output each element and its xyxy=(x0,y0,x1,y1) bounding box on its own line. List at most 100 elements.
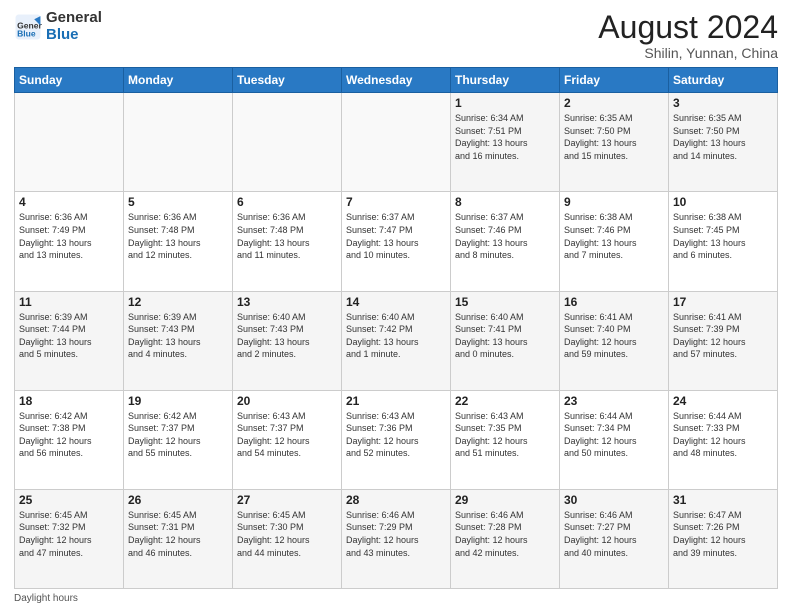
day-number: 2 xyxy=(564,96,664,110)
header: General Blue General Blue August 2024 Sh… xyxy=(14,10,778,61)
day-number: 29 xyxy=(455,493,555,507)
day-detail: Sunrise: 6:36 AM Sunset: 7:48 PM Dayligh… xyxy=(237,211,337,261)
calendar-week-row: 11 Sunrise: 6:39 AM Sunset: 7:44 PM Dayli… xyxy=(15,291,778,390)
day-detail: Sunrise: 6:46 AM Sunset: 7:27 PM Dayligh… xyxy=(564,509,664,559)
calendar-cell: 8Sunrise: 6:37 AM Sunset: 7:46 PM Daylig… xyxy=(451,192,560,291)
calendar-cell: 1Sunrise: 6:34 AM Sunset: 7:51 PM Daylig… xyxy=(451,93,560,192)
calendar-cell: 30 Sunrise: 6:46 AM Sunset: 7:27 PM Dayli… xyxy=(560,489,669,588)
day-number: 18 xyxy=(19,394,119,408)
day-detail: Sunrise: 6:37 AM Sunset: 7:47 PM Dayligh… xyxy=(346,211,446,261)
day-detail: Sunrise: 6:42 AM Sunset: 7:37 PM Dayligh… xyxy=(128,410,228,460)
day-detail: Sunrise: 6:39 AM Sunset: 7:44 PM Dayligh… xyxy=(19,311,119,361)
day-number: 9 xyxy=(564,195,664,209)
calendar-cell: 13Sunrise: 6:40 AM Sunset: 7:43 PM Dayli… xyxy=(233,291,342,390)
day-detail: Sunrise: 6:43 AM Sunset: 7:35 PM Dayligh… xyxy=(455,410,555,460)
day-number: 28 xyxy=(346,493,446,507)
day-detail: Sunrise: 6:35 AM Sunset: 7:50 PM Dayligh… xyxy=(673,112,773,162)
day-number: 11 xyxy=(19,295,119,309)
day-number: 20 xyxy=(237,394,337,408)
calendar-cell: 7 Sunrise: 6:37 AM Sunset: 7:47 PM Daylig… xyxy=(342,192,451,291)
main-title: August 2024 xyxy=(598,10,778,45)
calendar-cell: 3 Sunrise: 6:35 AM Sunset: 7:50 PM Daylig… xyxy=(669,93,778,192)
day-detail: Sunrise: 6:35 AM Sunset: 7:50 PM Dayligh… xyxy=(564,112,664,162)
day-detail: Sunrise: 6:45 AM Sunset: 7:32 PM Dayligh… xyxy=(19,509,119,559)
day-detail: Sunrise: 6:44 AM Sunset: 7:34 PM Dayligh… xyxy=(564,410,664,460)
day-detail: Sunrise: 6:46 AM Sunset: 7:28 PM Dayligh… xyxy=(455,509,555,559)
day-detail: Sunrise: 6:34 AM Sunset: 7:51 PM Dayligh… xyxy=(455,112,555,162)
day-number: 7 xyxy=(346,195,446,209)
logo-text: General Blue xyxy=(46,10,102,43)
calendar-cell: 23 Sunrise: 6:44 AM Sunset: 7:34 PM Dayli… xyxy=(560,390,669,489)
day-detail: Sunrise: 6:36 AM Sunset: 7:48 PM Dayligh… xyxy=(128,211,228,261)
day-detail: Sunrise: 6:40 AM Sunset: 7:42 PM Dayligh… xyxy=(346,311,446,361)
day-detail: Sunrise: 6:43 AM Sunset: 7:37 PM Dayligh… xyxy=(237,410,337,460)
day-number: 4 xyxy=(19,195,119,209)
day-number: 15 xyxy=(455,295,555,309)
calendar-cell: 9 Sunrise: 6:38 AM Sunset: 7:46 PM Daylig… xyxy=(560,192,669,291)
calendar-cell: 16 Sunrise: 6:41 AM Sunset: 7:40 PM Dayli… xyxy=(560,291,669,390)
calendar-cell: 25Sunrise: 6:45 AM Sunset: 7:32 PM Dayli… xyxy=(15,489,124,588)
calendar-cell: 22 Sunrise: 6:43 AM Sunset: 7:35 PM Dayli… xyxy=(451,390,560,489)
calendar-cell: 12 Sunrise: 6:39 AM Sunset: 7:43 PM Dayli… xyxy=(124,291,233,390)
calendar-cell: 26 Sunrise: 6:45 AM Sunset: 7:31 PM Dayli… xyxy=(124,489,233,588)
calendar-day-header: Tuesday xyxy=(233,68,342,93)
calendar-cell: 21 Sunrise: 6:43 AM Sunset: 7:36 PM Dayli… xyxy=(342,390,451,489)
day-detail: Sunrise: 6:40 AM Sunset: 7:43 PM Dayligh… xyxy=(237,311,337,361)
day-detail: Sunrise: 6:38 AM Sunset: 7:46 PM Dayligh… xyxy=(564,211,664,261)
day-number: 24 xyxy=(673,394,773,408)
day-detail: Sunrise: 6:43 AM Sunset: 7:36 PM Dayligh… xyxy=(346,410,446,460)
day-number: 10 xyxy=(673,195,773,209)
calendar-day-header: Saturday xyxy=(669,68,778,93)
title-block: August 2024 Shilin, Yunnan, China xyxy=(598,10,778,61)
day-detail: Sunrise: 6:47 AM Sunset: 7:26 PM Dayligh… xyxy=(673,509,773,559)
day-number: 3 xyxy=(673,96,773,110)
day-detail: Sunrise: 6:41 AM Sunset: 7:40 PM Dayligh… xyxy=(564,311,664,361)
day-detail: Sunrise: 6:44 AM Sunset: 7:33 PM Dayligh… xyxy=(673,410,773,460)
day-number: 6 xyxy=(237,195,337,209)
day-detail: Sunrise: 6:45 AM Sunset: 7:30 PM Dayligh… xyxy=(237,509,337,559)
day-number: 30 xyxy=(564,493,664,507)
day-number: 23 xyxy=(564,394,664,408)
day-detail: Sunrise: 6:40 AM Sunset: 7:41 PM Dayligh… xyxy=(455,311,555,361)
calendar-cell: 17Sunrise: 6:41 AM Sunset: 7:39 PM Dayli… xyxy=(669,291,778,390)
calendar-cell: 4 Sunrise: 6:36 AM Sunset: 7:49 PM Daylig… xyxy=(15,192,124,291)
calendar-week-row: 25Sunrise: 6:45 AM Sunset: 7:32 PM Dayli… xyxy=(15,489,778,588)
calendar-cell: 6 Sunrise: 6:36 AM Sunset: 7:48 PM Daylig… xyxy=(233,192,342,291)
calendar-header-row: SundayMondayTuesdayWednesdayThursdayFrid… xyxy=(15,68,778,93)
calendar-cell: 5 Sunrise: 6:36 AM Sunset: 7:48 PM Daylig… xyxy=(124,192,233,291)
day-detail: Sunrise: 6:42 AM Sunset: 7:38 PM Dayligh… xyxy=(19,410,119,460)
day-detail: Sunrise: 6:45 AM Sunset: 7:31 PM Dayligh… xyxy=(128,509,228,559)
day-number: 8 xyxy=(455,195,555,209)
calendar-cell: 18 Sunrise: 6:42 AM Sunset: 7:38 PM Dayli… xyxy=(15,390,124,489)
day-number: 26 xyxy=(128,493,228,507)
day-detail: Sunrise: 6:36 AM Sunset: 7:49 PM Dayligh… xyxy=(19,211,119,261)
calendar-cell: 28 Sunrise: 6:46 AM Sunset: 7:29 PM Dayli… xyxy=(342,489,451,588)
calendar-cell: 29 Sunrise: 6:46 AM Sunset: 7:28 PM Dayli… xyxy=(451,489,560,588)
day-detail: Sunrise: 6:38 AM Sunset: 7:45 PM Dayligh… xyxy=(673,211,773,261)
calendar-cell xyxy=(342,93,451,192)
calendar-week-row: 18 Sunrise: 6:42 AM Sunset: 7:38 PM Dayli… xyxy=(15,390,778,489)
day-number: 12 xyxy=(128,295,228,309)
page: General Blue General Blue August 2024 Sh… xyxy=(0,0,792,612)
sub-title: Shilin, Yunnan, China xyxy=(598,45,778,61)
calendar-cell: 27Sunrise: 6:45 AM Sunset: 7:30 PM Dayli… xyxy=(233,489,342,588)
day-number: 31 xyxy=(673,493,773,507)
calendar-cell: 10 Sunrise: 6:38 AM Sunset: 7:45 PM Dayli… xyxy=(669,192,778,291)
day-detail: Sunrise: 6:46 AM Sunset: 7:29 PM Dayligh… xyxy=(346,509,446,559)
calendar-week-row: 4 Sunrise: 6:36 AM Sunset: 7:49 PM Daylig… xyxy=(15,192,778,291)
day-number: 21 xyxy=(346,394,446,408)
day-number: 22 xyxy=(455,394,555,408)
day-number: 5 xyxy=(128,195,228,209)
day-number: 17 xyxy=(673,295,773,309)
day-number: 16 xyxy=(564,295,664,309)
calendar-cell xyxy=(233,93,342,192)
day-detail: Sunrise: 6:39 AM Sunset: 7:43 PM Dayligh… xyxy=(128,311,228,361)
footer-note: Daylight hours xyxy=(14,593,778,604)
calendar-day-header: Thursday xyxy=(451,68,560,93)
calendar-cell xyxy=(124,93,233,192)
day-number: 19 xyxy=(128,394,228,408)
calendar-cell: 20 Sunrise: 6:43 AM Sunset: 7:37 PM Dayli… xyxy=(233,390,342,489)
calendar-cell: 2 Sunrise: 6:35 AM Sunset: 7:50 PM Daylig… xyxy=(560,93,669,192)
calendar-week-row: 1Sunrise: 6:34 AM Sunset: 7:51 PM Daylig… xyxy=(15,93,778,192)
calendar-cell: 31 Sunrise: 6:47 AM Sunset: 7:26 PM Dayli… xyxy=(669,489,778,588)
